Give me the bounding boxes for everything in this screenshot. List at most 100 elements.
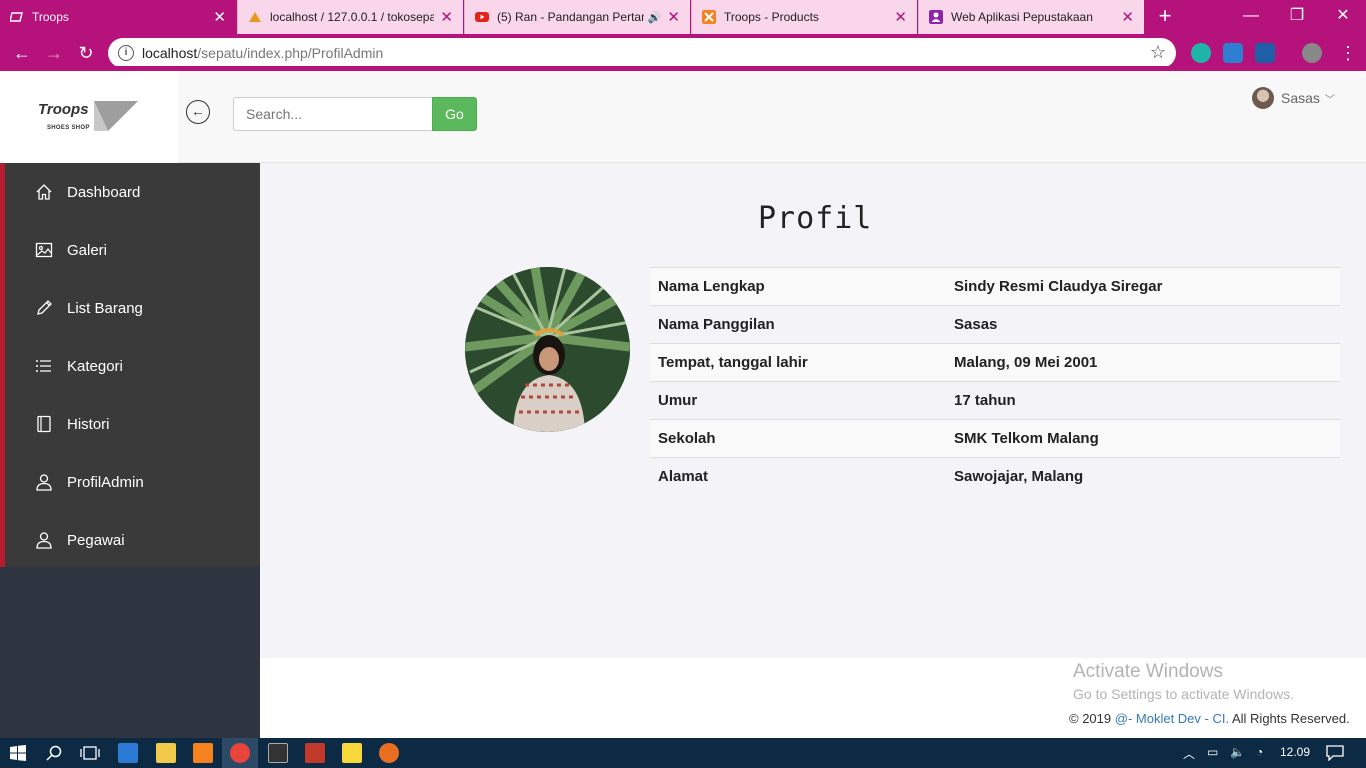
minimize-icon[interactable]: — — [1228, 0, 1274, 34]
firefox-icon[interactable] — [379, 743, 399, 763]
windows-taskbar: ︿ ▭ 🔈 ◔ 12.09 — [0, 738, 1366, 768]
chevron-up-icon[interactable]: ︿ — [1183, 745, 1195, 762]
tab-title: Troops - Products — [724, 10, 819, 24]
browser-tab[interactable]: Troops ✕ — [0, 0, 236, 34]
browser-tab[interactable]: (5) Ran - Pandangan Pertama 🔊 ✕ — [464, 0, 690, 34]
logo-text: Troops — [38, 101, 89, 118]
search-input[interactable] — [233, 97, 433, 131]
xampp-favicon-icon — [702, 10, 716, 24]
profile-avatar-icon[interactable] — [1302, 43, 1322, 63]
profile-value: Malang, 09 Mei 2001 — [946, 343, 1340, 382]
sticky-notes-icon[interactable] — [342, 743, 362, 763]
logo-subtext: SHOES SHOP — [47, 125, 90, 131]
user-name: Sasas — [1281, 90, 1320, 106]
table-row: Tempat, tanggal lahir Malang, 09 Mei 200… — [650, 343, 1340, 382]
maximize-icon[interactable]: ❐ — [1274, 0, 1320, 34]
phpmyadmin-favicon-icon — [249, 12, 261, 22]
search-icon[interactable] — [46, 745, 62, 761]
profile-value: 17 tahun — [946, 381, 1340, 420]
search-go-button[interactable]: Go — [432, 97, 477, 131]
page-title: Profil — [758, 201, 873, 236]
task-view-icon[interactable] — [80, 745, 100, 761]
profile-table: Nama Lengkap Sindy Resmi Claudya Siregar… — [650, 267, 1340, 496]
table-row: Nama Lengkap Sindy Resmi Claudya Siregar — [650, 267, 1340, 306]
browser-tab-bar: Troops ✕ localhost / 127.0.0.1 / tokosep… — [0, 0, 1366, 34]
user-menu[interactable]: Sasas ﹀ — [1252, 87, 1335, 109]
profile-value: SMK Telkom Malang — [946, 419, 1340, 458]
table-row: Sekolah SMK Telkom Malang — [650, 419, 1340, 458]
vscode-icon[interactable] — [118, 743, 138, 763]
sidebar-item-label: List Barang — [67, 299, 143, 317]
tab-title: (5) Ran - Pandangan Pertama — [497, 10, 644, 24]
file-explorer-icon[interactable] — [156, 743, 176, 763]
copyright: © 2019 @- Moklet Dev - CI. All Rights Re… — [1069, 711, 1350, 726]
battery-icon[interactable]: ▭ — [1207, 745, 1218, 759]
table-row: Alamat Sawojajar, Malang — [650, 457, 1340, 496]
sidebar-item-kategori[interactable]: Kategori — [5, 337, 260, 395]
clock[interactable]: 12.09 — [1280, 745, 1310, 759]
profile-label: Tempat, tanggal lahir — [650, 343, 946, 382]
sidebar-item-galeri[interactable]: Galeri — [5, 221, 260, 279]
close-tab-icon[interactable]: ✕ — [1121, 8, 1134, 26]
troops-favicon-icon — [10, 12, 23, 22]
main-content: Profil Nama Lengkap Sindy Resmi Claudya … — [260, 163, 1366, 658]
sidebar-item-pegawai[interactable]: Pegawai — [5, 511, 260, 569]
back-arrow-icon[interactable]: ← — [10, 42, 34, 64]
sublime-icon[interactable] — [305, 743, 325, 763]
extension-list-icon[interactable] — [1255, 43, 1275, 63]
close-tab-icon[interactable]: ✕ — [213, 8, 226, 26]
logo[interactable]: Troops SHOES SHOP — [0, 71, 178, 163]
browser-tab[interactable]: Web Aplikasi Pepustakaan ✕ — [918, 0, 1144, 34]
app-header: Troops SHOES SHOP ← Go Sasas ﹀ — [0, 71, 1366, 163]
user-icon — [34, 530, 54, 550]
close-tab-icon[interactable]: ✕ — [667, 8, 680, 26]
sidebar-toggle-back-icon[interactable]: ← — [186, 100, 210, 124]
logo-mark-icon — [94, 101, 138, 131]
tab-title: Troops — [32, 10, 69, 24]
close-tab-icon[interactable]: ✕ — [894, 8, 907, 26]
volume-icon[interactable]: 🔈 — [1230, 745, 1245, 759]
windows-start-icon[interactable] — [10, 745, 26, 761]
command-prompt-icon[interactable] — [268, 743, 288, 763]
reload-icon[interactable]: ↻ — [74, 42, 98, 64]
new-tab-button[interactable]: + — [1153, 4, 1177, 28]
browser-tab[interactable]: localhost / 127.0.0.1 / tokosepatu ✕ — [237, 0, 463, 34]
tab-title: localhost / 127.0.0.1 / tokosepatu — [270, 10, 435, 24]
user-icon — [34, 472, 54, 492]
forward-arrow-icon[interactable]: → — [42, 42, 66, 64]
profile-label: Nama Lengkap — [650, 267, 946, 306]
wifi-icon[interactable]: ◔ — [1256, 745, 1263, 759]
notification-icon[interactable] — [1326, 745, 1344, 761]
sidebar-item-label: Kategori — [67, 357, 123, 375]
copyright-link[interactable]: @- Moklet Dev - CI. — [1115, 711, 1229, 726]
sidebar-item-profiladmin[interactable]: ProfilAdmin — [5, 453, 260, 511]
info-icon[interactable]: i — [118, 45, 134, 61]
close-window-icon[interactable]: ✕ — [1320, 0, 1366, 34]
sidebar: Dashboard Galeri List Barang Kategori Hi… — [0, 163, 260, 738]
pencil-icon — [34, 298, 54, 318]
book-icon — [34, 414, 54, 434]
extension-home-icon[interactable] — [1223, 43, 1243, 63]
sidebar-item-dashboard[interactable]: Dashboard — [5, 163, 260, 221]
address-bar[interactable]: i localhost/sepatu/index.php/ProfilAdmin… — [108, 38, 1176, 68]
chevron-down-icon: ﹀ — [1324, 94, 1335, 106]
bookmark-star-icon[interactable]: ☆ — [1150, 42, 1166, 63]
menu-dots-icon[interactable]: ⋮ — [1336, 42, 1360, 64]
close-tab-icon[interactable]: ✕ — [440, 8, 453, 26]
chrome-icon[interactable] — [230, 743, 250, 763]
table-row: Umur 17 tahun — [650, 381, 1340, 420]
activate-windows-subtitle: Go to Settings to activate Windows. — [1073, 686, 1294, 702]
youtube-favicon-icon — [475, 12, 489, 22]
sidebar-item-list-barang[interactable]: List Barang — [5, 279, 260, 337]
speaker-icon[interactable]: 🔊 — [648, 11, 662, 24]
profile-label: Sekolah — [650, 419, 946, 458]
activate-windows-title: Activate Windows — [1073, 661, 1223, 682]
xampp-icon[interactable] — [193, 743, 213, 763]
browser-tab[interactable]: Troops - Products ✕ — [691, 0, 917, 34]
sidebar-item-histori[interactable]: Histori — [5, 395, 260, 453]
table-row: Nama Panggilan Sasas — [650, 305, 1340, 344]
sidebar-item-label: Pegawai — [67, 531, 125, 549]
sidebar-item-label: ProfilAdmin — [67, 473, 144, 491]
extension-m-icon[interactable] — [1191, 43, 1211, 63]
home-icon — [34, 182, 54, 202]
